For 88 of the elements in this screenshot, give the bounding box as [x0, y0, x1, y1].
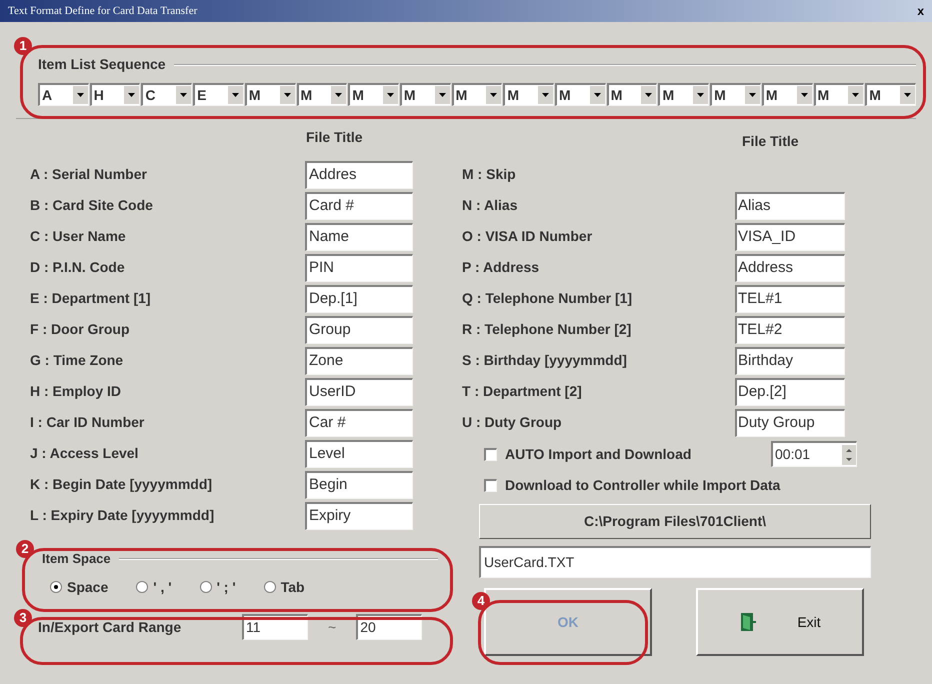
- file-title-field[interactable]: Begin: [305, 470, 413, 498]
- close-button[interactable]: x: [917, 5, 924, 17]
- file-title-field[interactable]: Birthday: [735, 346, 845, 374]
- sequence-dropdown[interactable]: M: [503, 83, 554, 106]
- field-label: D : P.I.N. Code: [30, 258, 126, 277]
- field-label: J : Access Level: [30, 444, 140, 463]
- field-label: K : Begin Date [yyyymmdd]: [30, 475, 214, 494]
- sequence-dropdown[interactable]: E: [193, 83, 244, 106]
- field-label: B : Card Site Code: [30, 196, 154, 215]
- field-label: R : Telephone Number [2]: [462, 320, 632, 339]
- file-name-field[interactable]: UserCard.TXT: [479, 546, 871, 578]
- field-label: Q : Telephone Number [1]: [462, 289, 634, 308]
- file-title-field[interactable]: Expiry: [305, 502, 413, 530]
- field-label: C : User Name: [30, 227, 127, 246]
- sequence-dropdown[interactable]: M: [555, 83, 606, 106]
- field-label: S : Birthday [yyyymmdd]: [462, 351, 628, 370]
- callout-number: 3: [14, 609, 32, 627]
- radio-label: Tab: [280, 578, 305, 596]
- field-label: T : Department [2]: [462, 382, 583, 401]
- checkbox-label: Download to Controller while Import Data: [505, 476, 780, 495]
- file-title-field[interactable]: VISA_ID: [735, 222, 845, 250]
- checkbox[interactable]: [484, 448, 497, 460]
- sequence-dropdown[interactable]: M: [658, 83, 710, 106]
- sequence-dropdown[interactable]: M: [606, 83, 658, 106]
- interval-spinner[interactable]: 00:01: [771, 441, 857, 467]
- radio-button[interactable]: [136, 581, 148, 593]
- checkbox[interactable]: [484, 478, 497, 492]
- callout-number: 4: [472, 592, 490, 610]
- range-label: In/Export Card Range: [38, 618, 182, 637]
- field-label: G : Time Zone: [30, 351, 124, 370]
- sequence-dropdown[interactable]: C: [141, 83, 192, 106]
- field-label: I : Car ID Number: [30, 413, 146, 432]
- field-label: A : Serial Number: [30, 165, 148, 184]
- file-title-field[interactable]: Address: [735, 254, 845, 282]
- file-title-field[interactable]: Alias: [735, 192, 845, 220]
- sequence-dropdown[interactable]: M: [865, 83, 916, 106]
- sequence-dropdown[interactable]: M: [710, 83, 761, 106]
- checkbox-label: AUTO Import and Download: [505, 444, 692, 464]
- file-title-field[interactable]: Name: [305, 222, 413, 250]
- file-title-field[interactable]: Dep.[1]: [305, 284, 413, 312]
- exit-button[interactable]: Exit: [696, 588, 864, 656]
- field-label: H : Employ ID: [30, 382, 122, 401]
- radio-label: ' , ': [153, 578, 172, 596]
- field-label: P : Address: [462, 258, 540, 277]
- field-label: E : Department [1]: [30, 289, 152, 308]
- window-title: Text Format Define for Card Data Transfer: [8, 4, 198, 19]
- column-header: File Title: [742, 132, 799, 151]
- radio-label: ' ; ': [216, 578, 236, 596]
- sequence-dropdown[interactable]: M: [296, 83, 348, 106]
- field-label: M : Skip: [462, 165, 517, 184]
- callout-number: 1: [14, 37, 32, 55]
- sequence-dropdown[interactable]: M: [814, 83, 864, 106]
- sequence-dropdown[interactable]: M: [762, 83, 813, 106]
- field-label: N : Alias: [462, 196, 518, 215]
- sequence-dropdown[interactable]: M: [452, 83, 502, 106]
- file-title-field[interactable]: TEL#1: [735, 284, 845, 312]
- file-title-field[interactable]: Group: [305, 316, 413, 344]
- radio-button[interactable]: [264, 581, 276, 593]
- radio-label: Space: [67, 578, 108, 597]
- file-title-field[interactable]: Duty Group: [735, 408, 845, 436]
- sequence-dropdown[interactable]: M: [348, 83, 399, 106]
- field-label: L : Expiry Date [yyyymmdd]: [30, 506, 216, 525]
- sequence-dropdown[interactable]: M: [244, 83, 296, 106]
- field-label: U : Duty Group: [462, 413, 563, 432]
- file-title-field[interactable]: TEL#2: [735, 316, 845, 344]
- field-label: F : Door Group: [30, 320, 131, 339]
- group-title: Item List Sequence: [38, 55, 166, 74]
- radio-button[interactable]: [50, 581, 62, 593]
- column-header: File Title: [306, 128, 363, 147]
- file-title-field[interactable]: Card #: [305, 192, 413, 220]
- sequence-dropdown[interactable]: H: [90, 83, 140, 106]
- callout-number: 2: [16, 540, 34, 558]
- file-title-field[interactable]: PIN: [305, 254, 413, 282]
- file-title-field[interactable]: Dep.[2]: [735, 378, 845, 406]
- path-button[interactable]: C:\Program Files\701Client\: [479, 504, 871, 539]
- file-title-field[interactable]: Zone: [305, 346, 413, 374]
- file-title-field[interactable]: Level: [305, 440, 413, 468]
- radio-button[interactable]: [200, 581, 212, 593]
- sequence-dropdown[interactable]: M: [400, 83, 451, 106]
- range-separator: ~: [327, 618, 338, 636]
- field-label: O : VISA ID Number: [462, 227, 594, 246]
- file-title-field[interactable]: UserID: [305, 378, 413, 406]
- group-title: Item Space: [41, 550, 111, 568]
- file-title-field[interactable]: Car #: [305, 408, 413, 436]
- sequence-dropdown[interactable]: A: [38, 83, 89, 106]
- exit-door-icon: [739, 612, 758, 632]
- spinner-arrows-icon[interactable]: [842, 444, 856, 464]
- file-title-field[interactable]: Addres: [305, 160, 413, 188]
